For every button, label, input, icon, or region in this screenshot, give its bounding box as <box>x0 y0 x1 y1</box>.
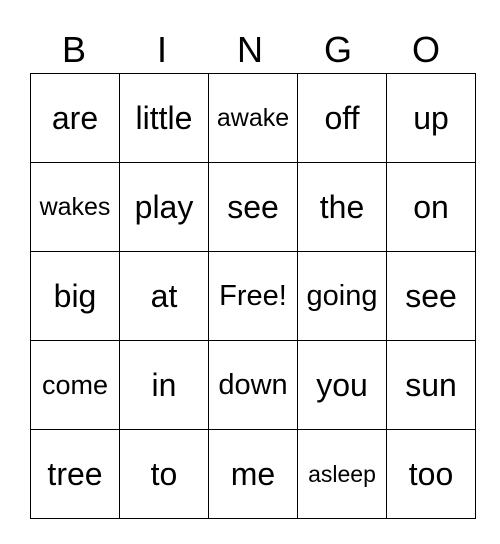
bingo-cell: going <box>297 251 387 341</box>
grid-row: come in down you sun <box>30 340 476 430</box>
bingo-cell: are <box>30 73 120 163</box>
bingo-header: B I N G O <box>30 28 470 72</box>
header-letter-g: G <box>323 29 352 70</box>
grid-row: wakes play see the on <box>30 162 476 252</box>
bingo-cell: wakes <box>30 162 120 252</box>
bingo-cell: see <box>386 251 476 341</box>
header-letter-i: I <box>156 29 167 70</box>
bingo-cell: in <box>119 340 209 430</box>
bingo-cell: sun <box>386 340 476 430</box>
bingo-cell: come <box>30 340 120 430</box>
bingo-cell: too <box>386 429 476 519</box>
header-letter-o: O <box>411 29 440 70</box>
bingo-cell: on <box>386 162 476 252</box>
header-letter-b: B <box>61 29 86 70</box>
bingo-cell: little <box>119 73 209 163</box>
bingo-grid: are little awake off up wakes play see t… <box>30 73 476 519</box>
bingo-cell: up <box>386 73 476 163</box>
grid-row: big at Free! going see <box>30 251 476 341</box>
bingo-cell: asleep <box>297 429 387 519</box>
header-letter-n: N <box>237 29 263 70</box>
grid-row: tree to me asleep too <box>30 429 476 519</box>
bingo-cell: see <box>208 162 298 252</box>
bingo-cell: tree <box>30 429 120 519</box>
bingo-cell: you <box>297 340 387 430</box>
bingo-cell: off <box>297 73 387 163</box>
grid-row: are little awake off up <box>30 73 476 163</box>
free-space-cell: Free! <box>208 251 298 341</box>
bingo-cell: at <box>119 251 209 341</box>
bingo-cell: play <box>119 162 209 252</box>
bingo-cell: awake <box>208 73 298 163</box>
bingo-cell: down <box>208 340 298 430</box>
bingo-cell: big <box>30 251 120 341</box>
bingo-cell: me <box>208 429 298 519</box>
bingo-cell: to <box>119 429 209 519</box>
bingo-cell: the <box>297 162 387 252</box>
